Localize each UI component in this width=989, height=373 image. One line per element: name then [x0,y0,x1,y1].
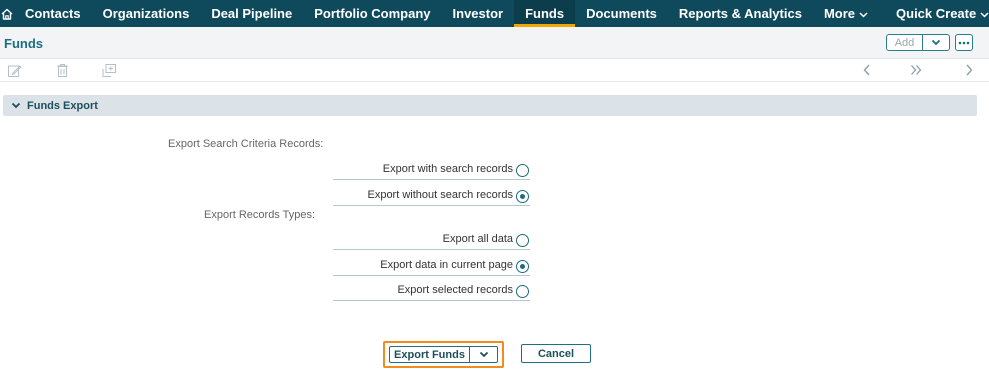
nav-label: Deal Pipeline [211,6,293,21]
nav-label: Quick Create [896,6,977,21]
cancel-button[interactable]: Cancel [521,344,591,363]
nav-portfolio-company[interactable]: Portfolio Company [303,0,441,27]
nav-label: Funds [525,6,565,21]
nav-label: Documents [586,6,657,21]
nav-investor[interactable]: Investor [442,0,515,27]
nav-quick-create[interactable]: Quick Create [885,0,989,27]
radio-label: Export without search records [367,189,513,201]
chevron-down-icon [859,6,868,21]
nav-funds[interactable]: Funds [514,0,576,27]
chevron-down-icon [11,102,21,109]
add-button-group: Add [886,34,950,51]
page-title: Funds [4,36,43,51]
radio-label: Export with search records [382,163,513,175]
radio-option-current-page[interactable]: Export data in current page [333,256,530,276]
nav-label: Contacts [25,6,81,21]
nav-label: Organizations [102,6,190,21]
export-button-group: Export Funds [389,346,498,363]
radio-label: Export selected records [397,284,513,296]
nav-deal-pipeline[interactable]: Deal Pipeline [200,0,303,27]
trash-icon[interactable] [54,62,70,78]
radio-button[interactable] [516,164,529,177]
nav-documents[interactable]: Documents [575,0,668,27]
chevron-down-icon[interactable] [470,347,497,362]
top-nav: Contacts Organizations Deal Pipeline Por… [0,0,989,27]
radio-label: Export all data [442,233,513,245]
section-title: Funds Export [27,99,98,112]
radio-option-all-data[interactable]: Export all data [333,230,530,250]
more-options-icon[interactable] [955,34,973,51]
nav-more[interactable]: More [813,0,879,27]
chevron-down-icon[interactable] [923,35,949,50]
export-button-highlight: Export Funds [383,341,504,368]
radio-button-selected[interactable] [516,190,529,203]
radio-label: Export data in current page [380,259,513,271]
edit-icon[interactable] [6,62,22,78]
radio-button[interactable] [516,285,529,298]
radio-option-with-search[interactable]: Export with search records [333,160,530,180]
radio-button-selected[interactable] [516,260,529,273]
nav-label: Reports & Analytics [678,6,802,21]
chevron-down-icon [980,6,989,21]
nav-contacts[interactable]: Contacts [14,0,92,27]
export-funds-button[interactable]: Export Funds [390,347,470,362]
types-group-label: Export Records Types: [204,209,316,221]
nav-organizations[interactable]: Organizations [92,0,201,27]
nav-label: More [823,6,856,21]
record-toolbar [0,59,989,82]
nav-reports-analytics[interactable]: Reports & Analytics [668,0,813,27]
home-icon[interactable] [0,0,14,27]
radio-button[interactable] [516,234,529,247]
add-button[interactable]: Add [887,35,923,50]
radio-option-without-search[interactable]: Export without search records [333,186,530,206]
title-bar: Funds Add [0,27,989,59]
section-header[interactable]: Funds Export [3,95,977,116]
double-chevron-right-icon[interactable] [908,62,924,78]
nav-label: Portfolio Company [314,6,431,21]
chevron-right-icon[interactable] [961,62,977,78]
copy-icon[interactable] [101,62,117,78]
chevron-left-icon[interactable] [859,62,875,78]
radio-option-selected-records[interactable]: Export selected records [333,281,530,301]
criteria-group-label: Export Search Criteria Records: [168,138,324,150]
nav-label: Investor [452,6,504,21]
